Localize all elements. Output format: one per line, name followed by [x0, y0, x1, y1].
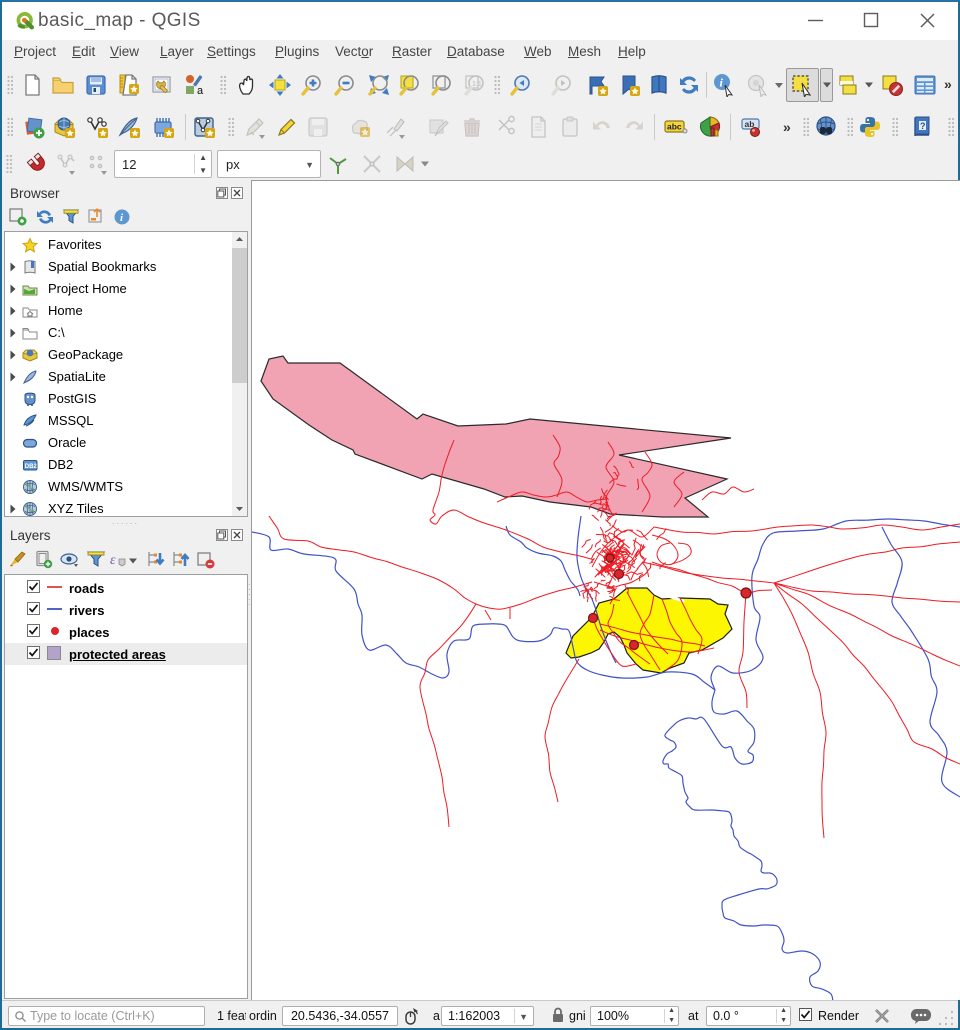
svg-text:abc: abc: [667, 122, 682, 132]
svg-text:ε: ε: [110, 553, 116, 568]
svg-text:1:1: 1:1: [472, 81, 482, 88]
svg-text:?: ?: [920, 121, 926, 131]
svg-text:DB2: DB2: [25, 464, 38, 470]
svg-text:a: a: [197, 85, 204, 97]
